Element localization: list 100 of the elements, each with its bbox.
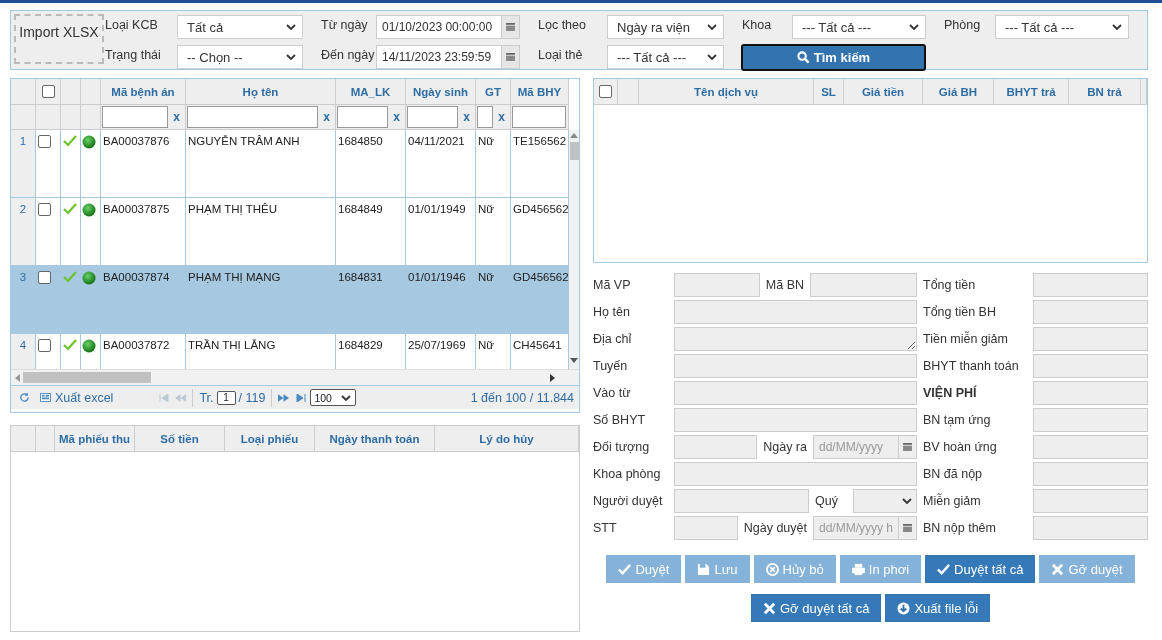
action-button[interactable]: Xuất file lỗi [885,594,991,622]
input-field[interactable] [1033,326,1148,351]
scrollbar-thumb[interactable] [23,372,151,383]
row-checkbox[interactable] [38,271,51,284]
export-excel-link[interactable]: Xuất excel [55,390,114,405]
previous-page-icon[interactable] [175,393,187,402]
clear-filter-button[interactable]: x [320,110,333,124]
calendar-button[interactable] [502,15,520,39]
import-xlsx-button[interactable]: Import XLSX [14,14,104,64]
filter-dropdown[interactable]: --- Tất cả --- [792,15,926,39]
date-field[interactable]: 01/10/2023 00:00:00 [376,15,502,39]
page-input[interactable]: 1 [216,390,236,405]
input-field[interactable] [1033,488,1148,513]
column-header[interactable]: Tên dịch vụ [639,79,814,105]
column-header[interactable]: Mã bệnh án [101,79,186,105]
input-field[interactable] [1033,515,1148,540]
text-area[interactable] [674,326,917,351]
filter-dropdown[interactable]: -- Chọn -- [177,45,303,69]
scrollbar-thumb[interactable] [569,142,579,160]
input-field[interactable] [810,272,917,297]
select-all-checkbox[interactable] [41,85,55,98]
column-header[interactable]: Số tiền [135,426,225,452]
filter-dropdown[interactable]: --- Tất cả --- [607,45,724,69]
input-field[interactable] [674,461,917,486]
column-header[interactable]: Giá tiền [844,79,923,105]
scroll-right-icon[interactable] [550,373,555,382]
row-number: 2 [11,198,36,266]
filter-input[interactable] [477,106,494,128]
column-header[interactable]: MA_LK [336,79,406,105]
date-field[interactable]: dd/MM/yyyy [813,434,899,459]
row-checkbox[interactable] [38,203,51,216]
column-header[interactable]: Giá BH [923,79,994,105]
quarter-dropdown[interactable] [853,488,917,513]
scroll-down-icon[interactable] [570,358,578,363]
input-field[interactable] [1033,299,1148,324]
scroll-left-icon[interactable] [15,373,20,382]
row-checkbox[interactable] [38,135,51,148]
field-label: Vào từ [593,385,632,400]
input-field[interactable] [674,272,760,297]
filter-input[interactable] [102,106,169,128]
action-button[interactable]: Gỡ duyệt tất cả [750,594,882,622]
next-page-icon[interactable] [278,393,290,402]
table-row[interactable]: 3 BA00037874 PHẠM THỊ MẠNG 1684831 01/01/1946 Nữ GD456562 [11,266,569,334]
first-page-icon[interactable] [159,393,170,402]
filter-input[interactable] [407,106,459,128]
filter-dropdown[interactable]: Ngày ra viện [607,15,724,39]
filter-input[interactable] [337,106,389,128]
calendar-button[interactable] [899,434,917,459]
input-field[interactable] [674,488,809,513]
input-field[interactable] [1033,461,1148,486]
column-header[interactable]: Ngày sinh [406,79,476,105]
field-label: STT [593,520,618,535]
clear-filter-button[interactable]: x [390,110,403,124]
input-field[interactable] [674,299,917,324]
filter-input[interactable] [187,106,319,128]
column-header[interactable]: Mã BHY [511,79,569,105]
chevron-icon [341,394,352,401]
search-button[interactable]: Tìm kiếm [741,44,926,71]
column-header[interactable]: Mã phiếu thu [55,426,135,452]
filter-dropdown[interactable]: Tất cả [177,15,303,39]
input-field[interactable] [1033,434,1148,459]
action-button[interactable]: Duyệt tất cả [925,555,1036,583]
vertical-scrollbar[interactable] [569,130,579,369]
column-header[interactable]: BN trả [1069,79,1141,105]
input-field[interactable] [1033,407,1148,432]
column-header[interactable]: BHYT trả [994,79,1069,105]
table-row[interactable]: 1 BA00037876 NGUYỄN TRÂM ANH 1684850 04/11/2021 Nữ TE156562 [11,130,569,198]
field-label: Địa chỉ [593,331,633,346]
filter-input[interactable] [512,106,566,128]
input-field[interactable] [674,353,917,378]
page-size-dropdown[interactable]: 100 [310,389,357,406]
clear-filter-button[interactable]: x [460,110,473,124]
input-field[interactable] [674,515,738,540]
input-field[interactable] [1033,380,1148,405]
clear-filter-button[interactable]: x [170,110,183,124]
scroll-up-icon[interactable] [570,133,578,138]
column-header[interactable]: GT [476,79,511,105]
refresh-icon[interactable] [19,392,30,403]
column-header[interactable]: Ngày thanh toán [315,426,435,452]
last-page-icon[interactable] [296,393,307,402]
horizontal-scrollbar[interactable] [11,369,579,385]
input-field[interactable] [1033,272,1148,297]
calendar-button[interactable] [899,515,917,540]
column-header[interactable]: Họ tên [186,79,336,105]
field-label: BN đã nộp [923,466,984,481]
calendar-button[interactable] [502,45,520,69]
row-checkbox[interactable] [38,339,51,352]
input-field[interactable] [674,407,917,432]
input-field[interactable] [1033,353,1148,378]
input-field[interactable] [674,434,758,459]
column-header[interactable]: SL [814,79,844,105]
select-all-checkbox[interactable] [599,85,612,98]
field-label: Tuyến [593,358,629,373]
table-cell: BA00037874 [101,266,186,334]
column-header[interactable]: Lý do hủy [435,426,579,452]
date-field[interactable]: dd/MM/yyyy h [813,515,899,540]
column-header[interactable]: Loại phiếu [225,426,315,452]
input-field[interactable] [674,380,917,405]
date-field[interactable]: 14/11/2023 23:59:59 [376,45,502,69]
filter-dropdown[interactable]: --- Tất cả --- [995,15,1129,39]
